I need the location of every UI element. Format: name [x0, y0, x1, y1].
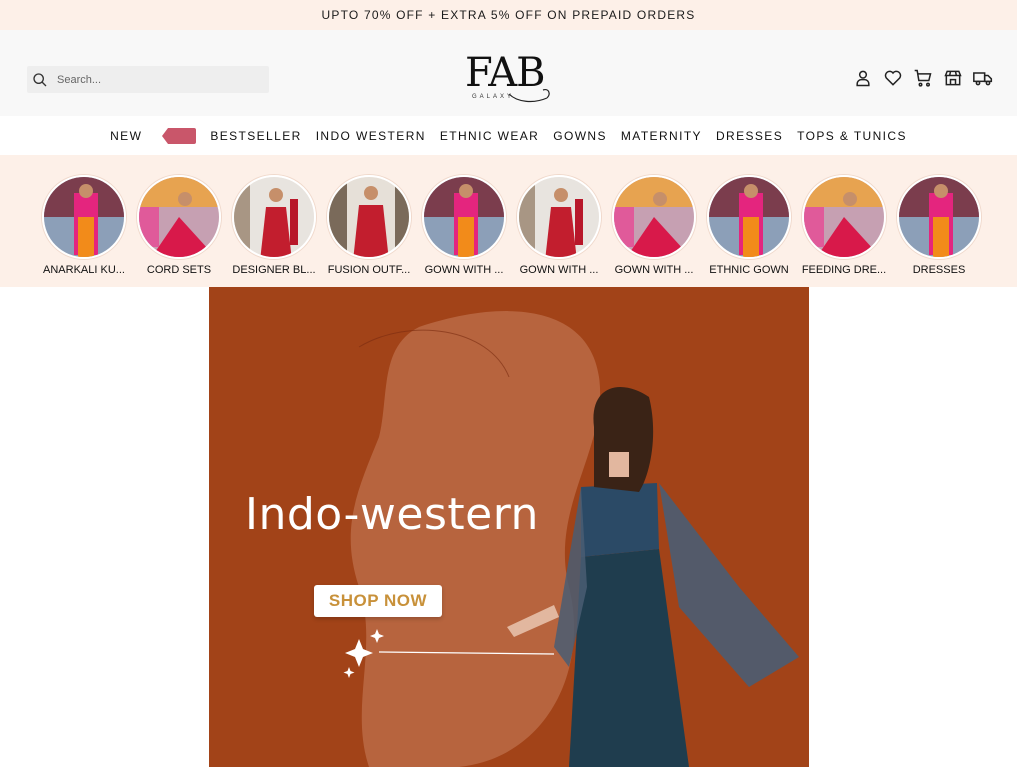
cart-button[interactable]	[913, 68, 933, 88]
story-item[interactable]: GOWN WITH ...	[513, 175, 605, 276]
store-button[interactable]	[943, 68, 963, 88]
announcement-text: UPTO 70% OFF + EXTRA 5% OFF ON PREPAID O…	[321, 8, 696, 22]
story-thumbnail	[707, 175, 791, 259]
story-item[interactable]: GOWN WITH ...	[608, 175, 700, 276]
story-item[interactable]: GOWN WITH ...	[418, 175, 510, 276]
nav-item-tops-tunics[interactable]: TOPS & TUNICS	[797, 129, 907, 143]
main-nav: NEW BESTSELLER INDO WESTERN ETHNIC WEAR …	[0, 116, 1017, 155]
story-label: FUSION OUTF...	[327, 264, 411, 276]
cart-icon	[914, 69, 932, 87]
search-bar[interactable]	[27, 66, 269, 93]
heart-icon	[884, 70, 902, 86]
logo-subtext: GALAXY	[471, 94, 514, 100]
header-actions	[853, 68, 993, 88]
story-label: CORD SETS	[146, 264, 212, 276]
nav-item-ethnic-wear[interactable]: ETHNIC WEAR	[440, 129, 539, 143]
nav-item-indo-western[interactable]: INDO WESTERN	[316, 129, 426, 143]
story-label: DESIGNER BL...	[232, 264, 316, 276]
story-thumbnail	[137, 175, 221, 259]
story-thumbnail	[42, 175, 126, 259]
hero-banner[interactable]: Indo-western SHOP NOW	[209, 287, 809, 767]
store-icon	[944, 70, 962, 86]
account-button[interactable]	[853, 68, 873, 88]
shop-now-button[interactable]: SHOP NOW	[314, 585, 442, 617]
search-icon	[33, 72, 47, 86]
story-item[interactable]: DRESSES	[893, 175, 985, 276]
sale-tag-icon	[162, 127, 197, 144]
story-thumbnail	[422, 175, 506, 259]
story-thumbnail	[897, 175, 981, 259]
story-item[interactable]: ANARKALI KU...	[38, 175, 130, 276]
story-label: GOWN WITH ...	[614, 264, 694, 276]
nav-item-dresses[interactable]: DRESSES	[716, 129, 783, 143]
story-label: ANARKALI KU...	[43, 264, 125, 276]
story-thumbnail	[232, 175, 316, 259]
story-item[interactable]: ETHNIC GOWN	[703, 175, 795, 276]
story-item[interactable]: DESIGNER BL...	[228, 175, 320, 276]
story-thumbnail	[327, 175, 411, 259]
story-label: DRESSES	[912, 264, 966, 276]
story-item[interactable]: CORD SETS	[133, 175, 225, 276]
nav-item-bestseller[interactable]: BESTSELLER	[210, 129, 301, 143]
truck-icon	[973, 72, 993, 86]
track-order-button[interactable]	[973, 68, 993, 88]
nav-item-new[interactable]: NEW	[110, 129, 142, 143]
search-input[interactable]	[57, 73, 257, 86]
site-header: FAB GALAXY	[0, 30, 1017, 116]
story-thumbnail	[517, 175, 601, 259]
brand-logo[interactable]: FAB GALAXY	[463, 50, 555, 108]
nav-item-maternity[interactable]: MATERNITY	[621, 129, 702, 143]
story-thumbnail	[612, 175, 696, 259]
story-label: GOWN WITH ...	[424, 264, 504, 276]
category-stories: ANARKALI KU... CORD SETS DESIGNER BL... …	[0, 155, 1017, 287]
story-label: ETHNIC GOWN	[709, 264, 789, 276]
wishlist-button[interactable]	[883, 68, 903, 88]
story-item[interactable]: FUSION OUTF...	[323, 175, 415, 276]
story-label: GOWN WITH ...	[519, 264, 599, 276]
story-thumbnail	[802, 175, 886, 259]
banner-title: Indo-western	[245, 489, 539, 540]
story-item[interactable]: FEEDING DRE...	[798, 175, 890, 276]
announcement-bar: UPTO 70% OFF + EXTRA 5% OFF ON PREPAID O…	[0, 0, 1017, 30]
story-label: FEEDING DRE...	[801, 264, 887, 276]
user-icon	[856, 70, 870, 87]
nav-item-gowns[interactable]: GOWNS	[553, 129, 607, 143]
